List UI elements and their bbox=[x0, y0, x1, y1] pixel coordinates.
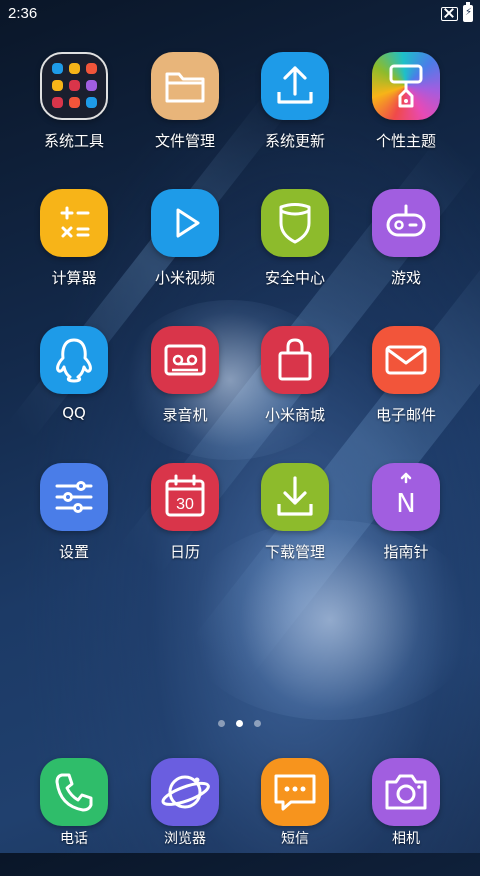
app-label: 录音机 bbox=[162, 406, 208, 424]
folder-tools-icon bbox=[40, 52, 108, 120]
dock-messages[interactable]: 短信 bbox=[240, 758, 350, 876]
app-security-center[interactable]: 安全中心 bbox=[240, 189, 350, 307]
phone-icon bbox=[40, 758, 108, 826]
app-settings[interactable]: 设置 bbox=[19, 463, 129, 581]
app-label: 文件管理 bbox=[154, 132, 215, 150]
app-label: 短信 bbox=[281, 831, 309, 847]
app-themes[interactable]: 个性主题 bbox=[351, 52, 461, 170]
globe-icon bbox=[151, 758, 219, 826]
app-label: 电话 bbox=[60, 831, 88, 847]
app-games[interactable]: 游戏 bbox=[351, 189, 461, 307]
app-file-manager[interactable]: 文件管理 bbox=[130, 52, 240, 170]
paint-roller-icon bbox=[372, 52, 440, 120]
app-label: 相机 bbox=[392, 831, 420, 847]
app-label: 下载管理 bbox=[264, 543, 325, 561]
battery-charging-icon: ⚡ bbox=[463, 2, 473, 22]
app-label: 个性主题 bbox=[375, 132, 436, 150]
app-mi-video[interactable]: 小米视频 bbox=[130, 189, 240, 307]
app-qq[interactable]: QQ bbox=[19, 326, 129, 444]
app-label: 浏览器 bbox=[164, 831, 206, 847]
app-label: QQ bbox=[62, 404, 86, 422]
clock: 2:36 bbox=[8, 5, 38, 22]
app-label: 游戏 bbox=[390, 269, 421, 287]
download-icon bbox=[261, 463, 329, 531]
shopping-bag-icon bbox=[261, 326, 329, 394]
app-label: 电子邮件 bbox=[375, 406, 436, 424]
app-label: 日历 bbox=[169, 543, 200, 561]
chat-icon bbox=[261, 758, 329, 826]
page-dot[interactable] bbox=[218, 720, 225, 727]
app-label: 计算器 bbox=[51, 269, 97, 287]
app-mi-store[interactable]: 小米商城 bbox=[240, 326, 350, 444]
app-calendar[interactable]: 30 日历 bbox=[130, 463, 240, 581]
app-label: 小米视频 bbox=[154, 269, 215, 287]
app-label: 系统工具 bbox=[43, 132, 104, 150]
dock-phone[interactable]: 电话 bbox=[19, 758, 129, 876]
calendar-day: 30 bbox=[176, 496, 194, 513]
page-indicator[interactable] bbox=[0, 720, 480, 730]
app-label: 指南针 bbox=[383, 543, 429, 561]
sliders-icon bbox=[40, 463, 108, 531]
app-system-update[interactable]: 系统更新 bbox=[240, 52, 350, 170]
app-compass[interactable]: N 指南针 bbox=[351, 463, 461, 581]
app-calculator[interactable]: 计算器 bbox=[19, 189, 129, 307]
dock-camera[interactable]: 相机 bbox=[351, 758, 461, 876]
cassette-icon bbox=[151, 326, 219, 394]
app-system-tools[interactable]: 系统工具 bbox=[19, 52, 129, 170]
page-dot-active[interactable] bbox=[236, 720, 243, 727]
app-label: 系统更新 bbox=[264, 132, 325, 150]
app-label: 安全中心 bbox=[264, 269, 325, 287]
status-bar: 2:36 ⚡ bbox=[0, 0, 480, 28]
calendar-icon: 30 bbox=[151, 463, 219, 531]
shield-icon bbox=[261, 189, 329, 257]
penguin-icon bbox=[40, 326, 108, 394]
app-label: 设置 bbox=[58, 543, 89, 561]
app-email[interactable]: 电子邮件 bbox=[351, 326, 461, 444]
page-dot[interactable] bbox=[254, 720, 261, 727]
play-icon bbox=[151, 189, 219, 257]
gamepad-icon bbox=[372, 189, 440, 257]
calculator-icon bbox=[40, 189, 108, 257]
upload-icon bbox=[261, 52, 329, 120]
app-recorder[interactable]: 录音机 bbox=[130, 326, 240, 444]
camera-icon bbox=[372, 758, 440, 826]
app-download-manager[interactable]: 下载管理 bbox=[240, 463, 350, 581]
compass-letter: N bbox=[396, 489, 415, 519]
dock-browser[interactable]: 浏览器 bbox=[130, 758, 240, 876]
app-label: 小米商城 bbox=[264, 406, 325, 424]
mail-icon bbox=[372, 326, 440, 394]
compass-icon: N bbox=[372, 463, 440, 531]
no-sim-icon bbox=[441, 7, 458, 21]
folder-icon bbox=[151, 52, 219, 120]
